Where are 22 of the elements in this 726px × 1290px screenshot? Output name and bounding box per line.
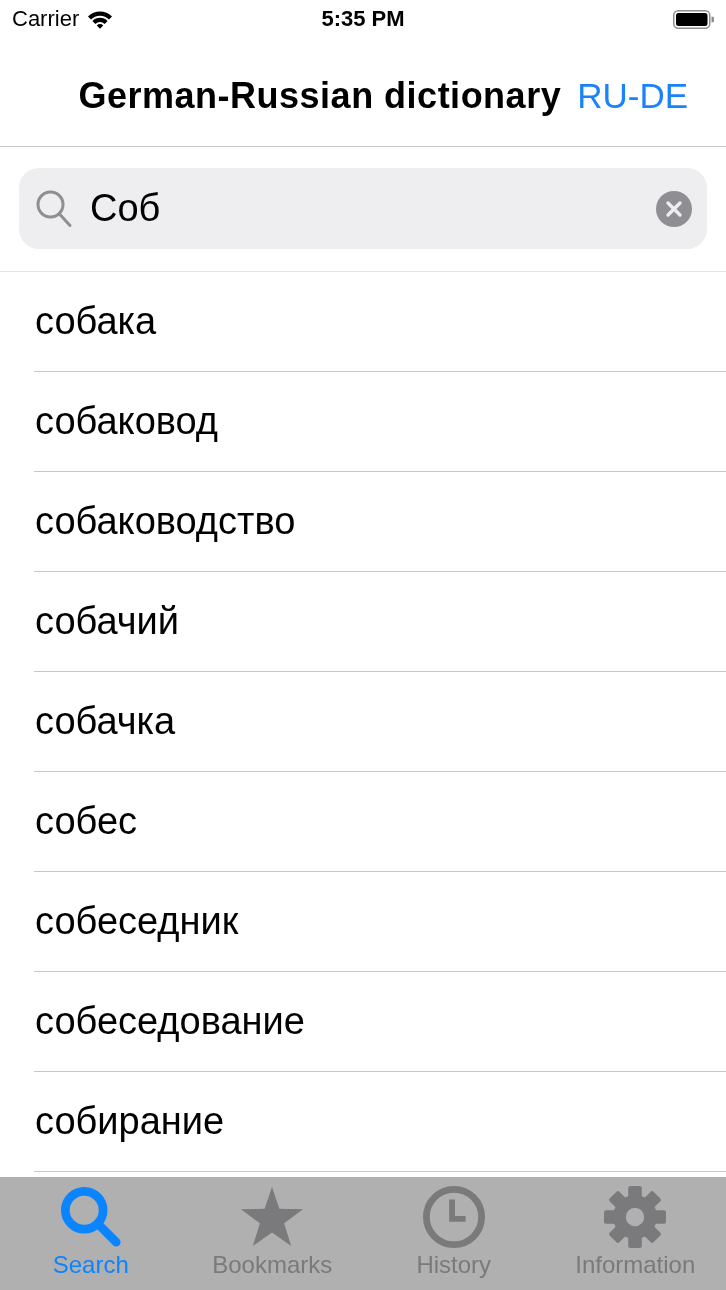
clock-icon <box>422 1186 485 1248</box>
language-direction-button[interactable]: RU-DE <box>577 76 688 116</box>
status-time: 5:35 PM <box>321 6 405 32</box>
result-row[interactable]: собаководство <box>34 472 726 572</box>
clear-icon[interactable] <box>656 190 692 227</box>
search-field[interactable]: Соб <box>19 168 707 249</box>
search-icon <box>36 189 72 228</box>
result-row[interactable]: собаковод <box>34 372 726 472</box>
result-row[interactable]: собачий <box>34 572 726 672</box>
result-row[interactable]: собирание <box>34 1072 726 1172</box>
result-row[interactable]: собака <box>34 272 726 372</box>
gear-icon <box>604 1186 667 1248</box>
star-icon <box>241 1186 304 1248</box>
search-icon <box>59 1186 122 1248</box>
result-row[interactable]: собачка <box>34 672 726 772</box>
nav-title: German-Russian dictionary <box>78 75 562 117</box>
battery-icon <box>673 9 714 29</box>
carrier-label: Carrier <box>12 6 80 32</box>
result-row[interactable]: собес <box>34 772 726 872</box>
result-row[interactable]: собеседование <box>34 972 726 1072</box>
wifi-icon <box>87 9 114 29</box>
result-row[interactable]: собеседник <box>34 872 726 972</box>
